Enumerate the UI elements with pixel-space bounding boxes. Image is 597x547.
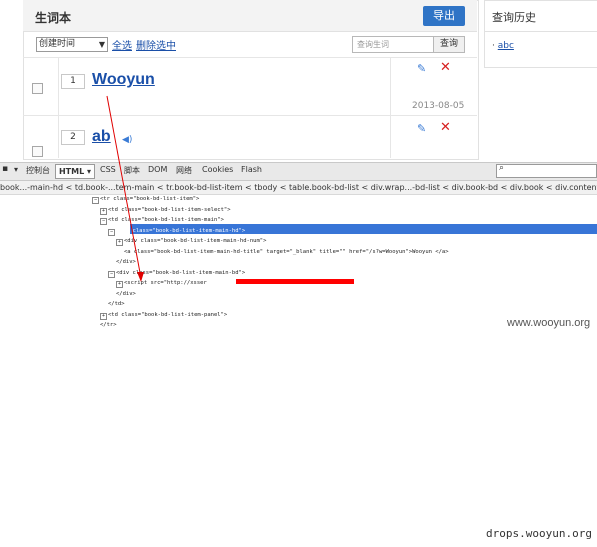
annotation-arrow xyxy=(106,95,144,282)
